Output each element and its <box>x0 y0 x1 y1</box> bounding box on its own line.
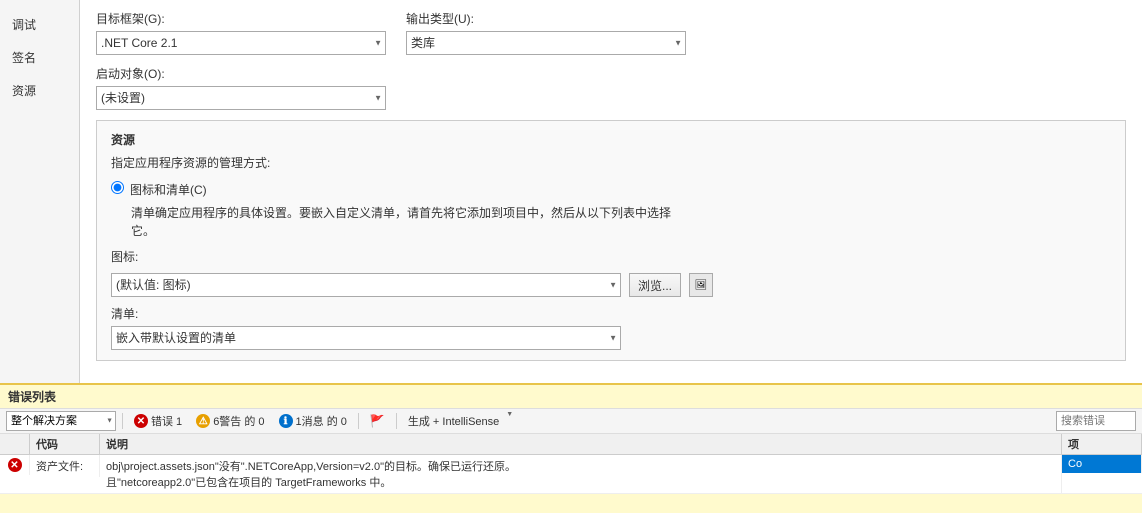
error-section-title: 错误列表 <box>0 385 1142 409</box>
startup-object-select[interactable]: (未设置) <box>96 86 386 110</box>
warning-count-label: 6警告 的 0 <box>213 413 264 429</box>
manifest-select[interactable]: 嵌入带默认设置的清单 <box>111 326 621 350</box>
output-type-select[interactable]: 类库 <box>406 31 686 55</box>
browse-button[interactable]: 浏览... <box>629 273 681 297</box>
content-area: 目标框架(G): .NET Core 2.1 输出类型(U): 类库 启 <box>80 0 1142 383</box>
output-type-select-wrapper: 类库 <box>406 31 686 55</box>
error-row-icon: ✕ <box>0 455 30 475</box>
error-count-label: 错误 1 <box>151 413 182 429</box>
error-count-badge[interactable]: ✕ 错误 1 <box>129 412 187 430</box>
error-icon-red: ✕ <box>134 414 148 428</box>
sidebar: 调试 签名 资源 <box>0 0 80 383</box>
icon-select-row: (默认值: 图标) 浏览... 🖼 <box>111 273 1111 297</box>
startup-object-label: 启动对象(O): <box>96 65 386 82</box>
icon-preview-button[interactable]: 🖼 <box>689 273 713 297</box>
manifest-field-row: 清单: <box>111 305 1111 322</box>
sidebar-item-resources[interactable]: 资源 <box>0 76 79 105</box>
build-filter-wrapper[interactable]: 生成 + IntelliSense <box>403 411 513 431</box>
error-row-extra-text: 且"netcoreapp2.0"已包含在项目的 TargetFrameworks… <box>106 477 391 489</box>
clear-filter-icon: 🚩 <box>370 414 385 428</box>
col-header-code: 代码 <box>30 434 100 454</box>
icon-field-label: 图标: <box>111 248 141 265</box>
startup-object-group: 启动对象(O): (未设置) <box>96 65 386 110</box>
error-toolbar: 整个解决方案 ✕ 错误 1 ⚠ 6警告 的 0 ℹ 1消息 的 0 🚩 生成 +… <box>0 409 1142 434</box>
col-header-proj: 项 <box>1062 434 1142 454</box>
error-filter-select-wrapper: 整个解决方案 <box>6 411 116 431</box>
error-row-desc-text: obj\project.assets.json"没有".NETCoreApp,V… <box>106 461 516 473</box>
radio-icon-manifest-desc: 清单确定应用程序的具体设置。要嵌入自定义清单，请首先将它添加到项目中，然后从以下… <box>131 204 1111 240</box>
output-type-label: 输出类型(U): <box>406 10 686 27</box>
error-row-desc: obj\project.assets.json"没有".NETCoreApp,V… <box>100 455 1062 493</box>
clear-filter-button[interactable]: 🚩 <box>365 411 390 431</box>
output-type-group: 输出类型(U): 类库 <box>406 10 686 55</box>
target-framework-group: 目标框架(G): .NET Core 2.1 <box>96 10 386 55</box>
warning-icon-yellow: ⚠ <box>196 414 210 428</box>
radio-icon-manifest-label: 图标和清单(C) <box>130 181 207 198</box>
message-icon-blue: ℹ <box>279 414 293 428</box>
search-errors-input[interactable] <box>1056 411 1136 431</box>
col-header-desc: 说明 <box>100 434 1062 454</box>
radio-row-icon-manifest: 图标和清单(C) <box>111 181 1111 198</box>
startup-object-select-wrapper: (未设置) <box>96 86 386 110</box>
error-row-code: 资产文件: <box>30 455 100 477</box>
resources-box-title: 资源 <box>111 131 1111 148</box>
sidebar-item-debug[interactable]: 调试 <box>0 10 79 39</box>
sidebar-item-sign[interactable]: 签名 <box>0 43 79 72</box>
icon-field-row: 图标: <box>111 248 1111 265</box>
error-row-status-icon: ✕ <box>8 458 22 472</box>
col-header-icon <box>0 434 30 454</box>
target-framework-label: 目标框架(G): <box>96 10 386 27</box>
main-area: 调试 签名 资源 目标框架(G): .NET Core 2.1 输出类型(U):… <box>0 0 1142 383</box>
icon-preview-icon: 🖼 <box>695 280 708 291</box>
toolbar-separator-1 <box>122 413 123 429</box>
manifest-field-label: 清单: <box>111 305 141 322</box>
manifest-select-wrapper: 嵌入带默认设置的清单 <box>111 326 621 350</box>
search-area <box>1056 411 1136 431</box>
error-section: 错误列表 整个解决方案 ✕ 错误 1 ⚠ 6警告 的 0 ℹ 1消息 的 0 🚩 <box>0 383 1142 513</box>
target-framework-select-wrapper: .NET Core 2.1 <box>96 31 386 55</box>
build-filter-button[interactable]: 生成 + IntelliSense <box>403 411 504 431</box>
warning-count-badge[interactable]: ⚠ 6警告 的 0 <box>191 412 269 430</box>
form-row-framework-output: 目标框架(G): .NET Core 2.1 输出类型(U): 类库 <box>96 10 1126 55</box>
manifest-select-row: 嵌入带默认设置的清单 <box>111 326 1111 350</box>
radio-icon-manifest[interactable] <box>111 181 124 194</box>
toolbar-separator-2 <box>358 413 359 429</box>
error-table-header: 代码 说明 项 <box>0 434 1142 455</box>
resources-box: 资源 指定应用程序资源的管理方式: 图标和清单(C) 清单确定应用程序的具体设置… <box>96 120 1126 361</box>
error-row-proj: Co <box>1062 455 1142 473</box>
toolbar-separator-3 <box>396 413 397 429</box>
resources-box-desc: 指定应用程序资源的管理方式: <box>111 154 1111 171</box>
target-framework-select[interactable]: .NET Core 2.1 <box>96 31 386 55</box>
message-count-badge[interactable]: ℹ 1消息 的 0 <box>274 412 352 430</box>
error-filter-select[interactable]: 整个解决方案 <box>6 411 116 431</box>
form-row-startup: 启动对象(O): (未设置) <box>96 65 1126 110</box>
message-count-label: 1消息 的 0 <box>296 413 347 429</box>
table-row[interactable]: ✕ 资产文件: obj\project.assets.json"没有".NETC… <box>0 455 1142 494</box>
icon-select-wrapper: (默认值: 图标) <box>111 273 621 297</box>
icon-select[interactable]: (默认值: 图标) <box>111 273 621 297</box>
